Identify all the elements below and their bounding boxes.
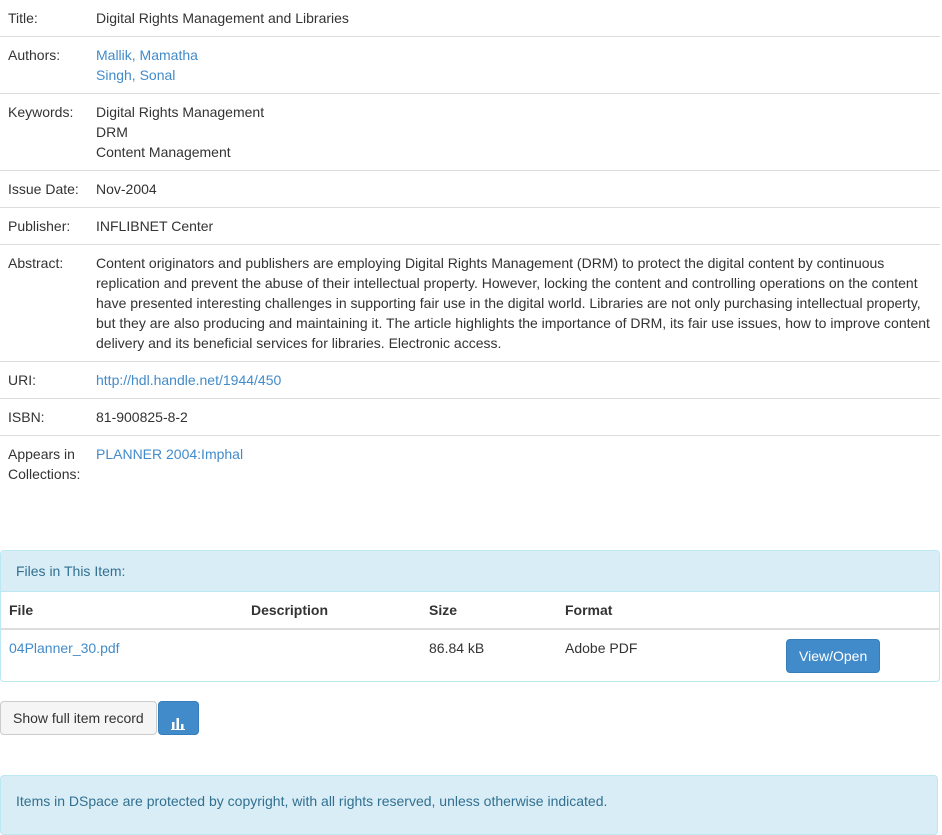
files-table: File Description Size Format 04Planner_3… xyxy=(1,592,939,681)
metadata-row-publisher: Publisher: INFLIBNET Center xyxy=(0,207,940,245)
format-cell: Adobe PDF xyxy=(565,640,638,656)
metadata-row-abstract: Abstract: Content originators and publis… xyxy=(0,244,940,362)
files-panel: Files in This Item: File Description Siz… xyxy=(0,550,940,682)
description-cell xyxy=(243,629,421,681)
publisher-value: INFLIBNET Center xyxy=(88,207,940,245)
files-panel-heading: Files in This Item: xyxy=(1,551,939,592)
show-full-record-button[interactable]: Show full item record xyxy=(0,701,157,735)
keyword: DRM xyxy=(96,124,128,140)
copyright-notice: Items in DSpace are protected by copyrig… xyxy=(0,775,938,835)
item-metadata-table: Title: Digital Rights Management and Lib… xyxy=(0,0,940,492)
metadata-row-isbn: ISBN: 81-900825-8-2 xyxy=(0,398,940,436)
statistics-button[interactable] xyxy=(157,701,199,735)
metadata-row-keywords: Keywords: Digital Rights Management DRM … xyxy=(0,93,940,171)
title-value: Digital Rights Management and Libraries xyxy=(96,10,349,26)
bar-chart-icon xyxy=(171,717,186,730)
uri-link[interactable]: http://hdl.handle.net/1944/450 xyxy=(96,372,281,388)
column-header-file: File xyxy=(1,592,243,630)
file-link[interactable]: 04Planner_30.pdf xyxy=(9,640,120,656)
keywords-value: Digital Rights Management DRM Content Ma… xyxy=(88,93,940,171)
metadata-row-title: Title: Digital Rights Management and Lib… xyxy=(0,0,940,37)
metadata-row-authors: Authors: Mallik, Mamatha Singh, Sonal xyxy=(0,36,940,94)
files-table-header: File Description Size Format xyxy=(1,592,939,630)
collections-value: PLANNER 2004:Imphal xyxy=(88,435,940,492)
isbn-value: 81-900825-8-2 xyxy=(88,398,940,436)
issue-date-label: Issue Date: xyxy=(0,170,88,208)
collections-label: Appears in Collections: xyxy=(0,435,88,492)
metadata-row-issue-date: Issue Date: Nov-2004 xyxy=(0,170,940,208)
uri-label: URI: xyxy=(0,361,88,399)
keyword: Content Management xyxy=(96,144,231,160)
column-header-description: Description xyxy=(243,592,421,630)
action-cell: View/Open xyxy=(778,629,939,681)
view-open-button[interactable]: View/Open xyxy=(786,639,881,673)
publisher-label: Publisher: xyxy=(0,207,88,245)
keywords-label: Keywords: xyxy=(0,93,88,171)
abstract-value: Content originators and publishers are e… xyxy=(88,244,940,362)
column-header-size: Size xyxy=(421,592,557,630)
file-cell: 04Planner_30.pdf xyxy=(1,629,243,681)
author-link[interactable]: Mallik, Mamatha xyxy=(96,47,198,63)
authors-label: Authors: xyxy=(0,36,88,94)
authors-value: Mallik, Mamatha Singh, Sonal xyxy=(88,36,940,94)
uri-value: http://hdl.handle.net/1944/450 xyxy=(88,361,940,399)
column-header-action xyxy=(778,592,939,630)
title-label: Title: xyxy=(8,10,38,26)
keyword: Digital Rights Management xyxy=(96,104,265,120)
abstract-label: Abstract: xyxy=(0,244,88,362)
item-actions: Show full item record xyxy=(0,701,199,735)
size-cell: 86.84 kB xyxy=(429,640,485,656)
author-link[interactable]: Singh, Sonal xyxy=(96,67,175,83)
table-row: 04Planner_30.pdf 86.84 kB Adobe PDF View… xyxy=(1,629,939,681)
collection-link[interactable]: PLANNER 2004:Imphal xyxy=(96,446,243,462)
metadata-row-uri: URI: http://hdl.handle.net/1944/450 xyxy=(0,361,940,399)
isbn-label: ISBN: xyxy=(0,398,88,436)
metadata-row-collections: Appears in Collections: PLANNER 2004:Imp… xyxy=(0,435,940,492)
issue-date-value: Nov-2004 xyxy=(88,170,940,208)
column-header-format: Format xyxy=(557,592,778,630)
